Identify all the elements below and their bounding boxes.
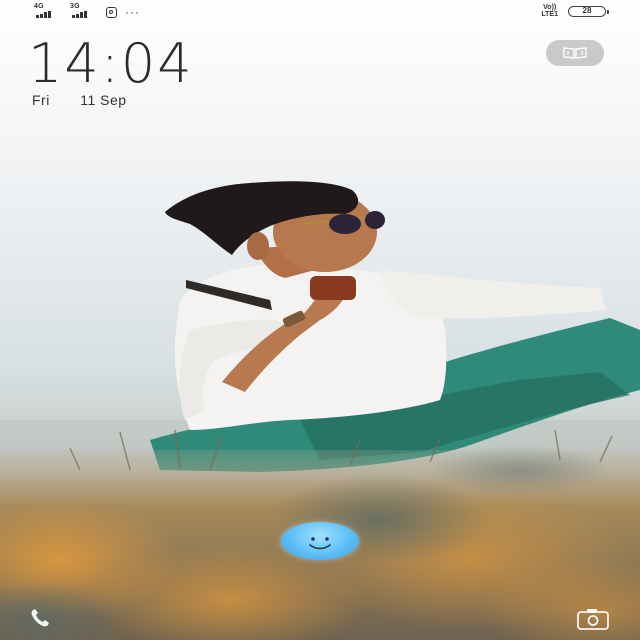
volte-icon: Vo)) LTE1: [541, 4, 558, 18]
sim1-network-label: 4G: [34, 3, 44, 10]
book-icon: [563, 47, 587, 59]
camera-shortcut-button[interactable]: [576, 608, 610, 630]
date-day: Fri: [32, 92, 50, 108]
signal-icon: 4G: [34, 3, 62, 18]
volte-label-bottom: LTE1: [541, 11, 558, 18]
battery-icon: 28: [568, 5, 609, 17]
more-icon: ···: [125, 5, 140, 19]
lockscreen-date: Fri 11 Sep: [32, 92, 127, 108]
magazine-button[interactable]: [546, 40, 604, 66]
status-bar-left: 4G 3G ···: [34, 3, 140, 19]
sim2-network-label: 3G: [70, 3, 80, 10]
date-text: 11 Sep: [80, 92, 127, 108]
instagram-icon: [106, 7, 117, 18]
lockscreen-time: 14:04: [28, 32, 194, 95]
battery-level: 28: [582, 6, 592, 15]
phone-icon: [31, 609, 49, 627]
volte-label-top: Vo)): [543, 4, 557, 11]
phone-shortcut-button[interactable]: [28, 606, 52, 630]
lock-screen: 4G 3G ··· Vo)) LTE1 28 14:04 Fri 11 Sep: [0, 0, 640, 640]
signal-icon: 3G: [70, 3, 98, 18]
status-bar: 4G 3G ··· Vo)) LTE1 28: [0, 0, 640, 22]
smiley-icon[interactable]: [281, 522, 359, 560]
camera-icon: [577, 609, 609, 630]
status-bar-right: Vo)) LTE1 28: [541, 4, 609, 18]
